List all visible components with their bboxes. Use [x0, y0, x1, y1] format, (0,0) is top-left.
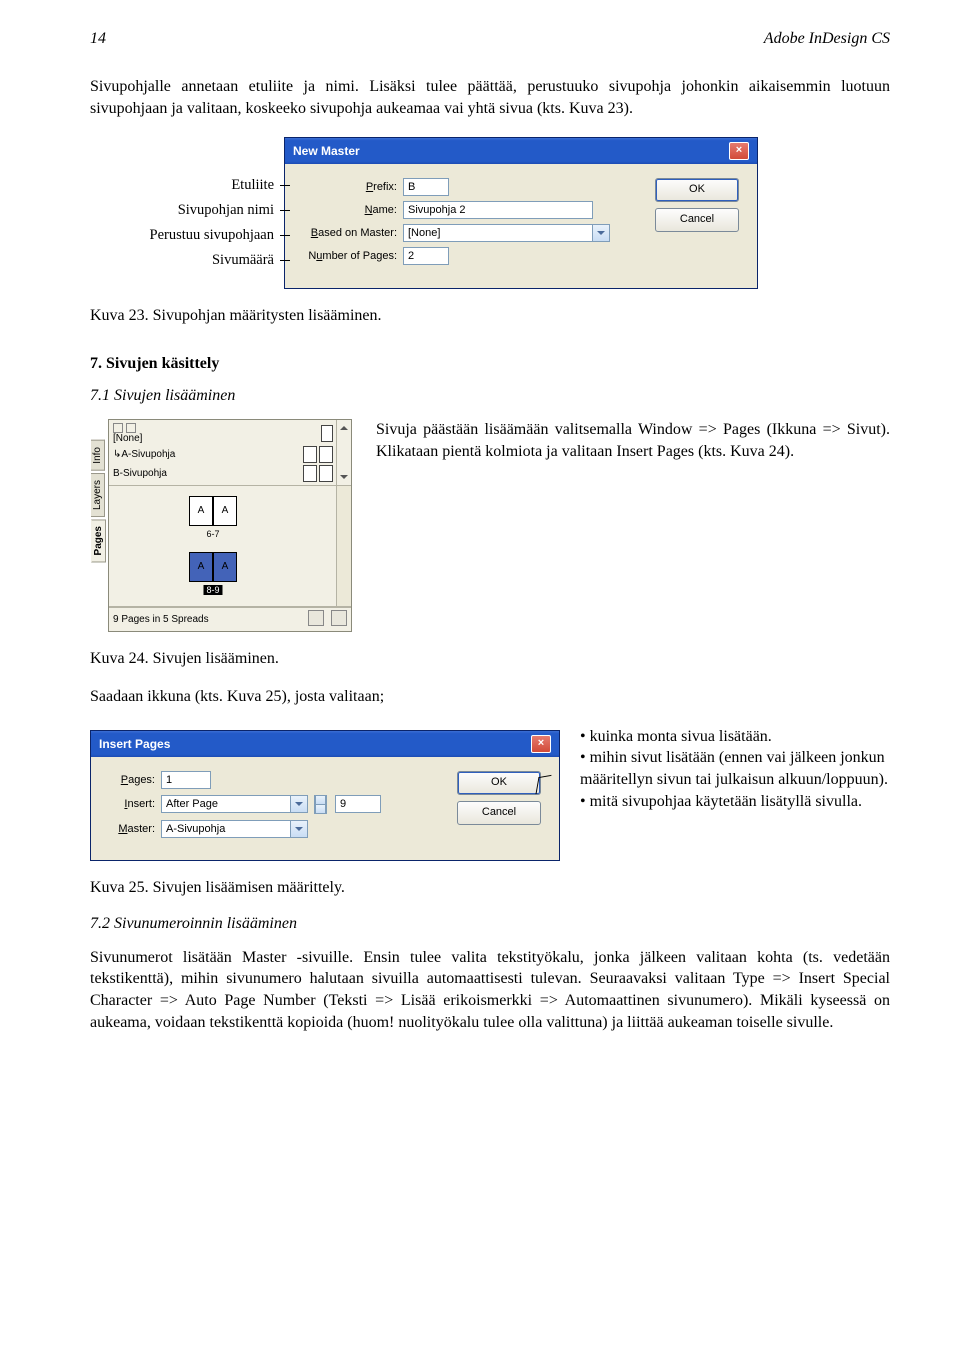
paragraph-7-2: Sivunumerot lisätään Master -sivuille. E…: [90, 947, 890, 1033]
page-thumb[interactable]: A: [189, 496, 213, 526]
new-master-dialog: New Master × Prefix: Name: Based on Mast…: [284, 137, 758, 289]
tab-layers[interactable]: Layers: [91, 473, 105, 517]
page-icon: [319, 446, 333, 463]
name-label: Name:: [297, 204, 403, 216]
chevron-down-icon[interactable]: [291, 820, 308, 838]
bullet-2: mihin sivut lisätään (ennen vai jälkeen …: [580, 747, 890, 790]
insert-page-number-input[interactable]: [335, 795, 381, 813]
insert-pages-title: Insert Pages: [99, 737, 170, 751]
page-thumb[interactable]: A: [213, 552, 237, 582]
ok-button[interactable]: OK: [655, 178, 739, 202]
pages-panel: Info Layers Pages [None] ↳A-Sivupohja B-…: [108, 419, 352, 632]
spread-label: 8-9: [203, 585, 222, 595]
section-7-1-heading: 7.1 Sivujen lisääminen: [90, 387, 890, 405]
caption-23: Kuva 23. Sivupohjan määritysten lisäämin…: [90, 307, 890, 325]
master-label: Master:: [103, 823, 161, 835]
callout-page-count: Sivumäärä: [90, 248, 280, 273]
based-on-combo[interactable]: [403, 224, 593, 242]
page-icon: [319, 465, 333, 482]
ok-button[interactable]: OK: [457, 771, 541, 795]
insert-pages-bullets: kuinka monta sivua lisätään. mihin sivut…: [580, 726, 890, 812]
page-icon: [303, 465, 317, 482]
pages-status: 9 Pages in 5 Spreads: [113, 614, 209, 625]
prefix-label: Prefix:: [297, 181, 403, 193]
scrollbar[interactable]: [336, 420, 351, 485]
doc-title: Adobe InDesign CS: [764, 30, 890, 48]
scrollbar[interactable]: [336, 486, 351, 606]
panel-nav-icon[interactable]: [126, 423, 136, 433]
spread-6-7[interactable]: A A 6-7: [189, 496, 237, 526]
cancel-button[interactable]: Cancel: [655, 208, 739, 232]
panel-nav-icon[interactable]: [113, 423, 123, 433]
close-icon[interactable]: ×: [729, 142, 749, 160]
master-combo[interactable]: [161, 820, 291, 838]
spread-8-9-selected[interactable]: A A 8-9: [189, 552, 237, 582]
tab-info[interactable]: Info: [91, 440, 105, 471]
name-input[interactable]: [403, 201, 593, 219]
page-thumb[interactable]: A: [189, 552, 213, 582]
callout-labels: Etuliite Sivupohjan nimi Perustuu sivupo…: [90, 137, 280, 273]
section-7-2-heading: 7.2 Sivunumeroinnin lisääminen: [90, 915, 890, 933]
chevron-down-icon[interactable]: [291, 795, 308, 813]
pages-input[interactable]: [161, 771, 211, 789]
master-none[interactable]: [None]: [113, 433, 142, 444]
callout-based-on: Perustuu sivupohjaan: [90, 223, 280, 248]
master-b[interactable]: B-Sivupohja: [113, 468, 167, 479]
page-icon: [303, 446, 317, 463]
callout-name: Sivupohjan nimi: [90, 198, 280, 223]
based-on-label: Based on Master:: [297, 227, 403, 239]
paragraph-25-intro: Saadaan ikkuna (kts. Kuva 25), josta val…: [90, 686, 890, 708]
insert-label: Insert:: [103, 798, 161, 810]
bullet-1: kuinka monta sivua lisätään.: [580, 726, 890, 748]
insert-position-combo[interactable]: [161, 795, 291, 813]
new-page-icon[interactable]: [308, 610, 324, 626]
cancel-button[interactable]: Cancel: [457, 801, 541, 825]
page-number-spinner[interactable]: [314, 795, 327, 814]
tab-pages[interactable]: Pages: [91, 519, 106, 562]
caption-24: Kuva 24. Sivujen lisääminen.: [90, 650, 890, 668]
new-master-title: New Master: [293, 144, 360, 158]
master-a[interactable]: ↳A-Sivupohja: [113, 449, 175, 460]
intro-paragraph: Sivupohjalle annetaan etuliite ja nimi. …: [90, 76, 890, 119]
insert-pages-dialog: Insert Pages × Pages: Insert:: [90, 730, 560, 861]
spread-label: 6-7: [189, 529, 237, 539]
paragraph-7-1: Sivuja päästään lisäämään valitsemalla W…: [376, 419, 890, 462]
section-7-heading: 7. Sivujen käsittely: [90, 355, 890, 373]
close-icon[interactable]: ×: [531, 735, 551, 753]
trash-icon[interactable]: [331, 610, 347, 626]
bullet-3: mitä sivupohjaa käytetään lisätyllä sivu…: [580, 791, 890, 813]
pages-label: Pages:: [103, 774, 161, 786]
prefix-input[interactable]: [403, 178, 449, 196]
num-pages-input[interactable]: [403, 247, 449, 265]
num-pages-label: Number of Pages:: [297, 250, 403, 262]
callout-prefix: Etuliite: [90, 173, 280, 198]
page-thumb[interactable]: A: [213, 496, 237, 526]
page-number: 14: [90, 30, 106, 48]
caption-25: Kuva 25. Sivujen lisäämisen määrittely.: [90, 879, 890, 897]
chevron-down-icon[interactable]: [593, 224, 610, 242]
page-icon: [321, 425, 333, 442]
